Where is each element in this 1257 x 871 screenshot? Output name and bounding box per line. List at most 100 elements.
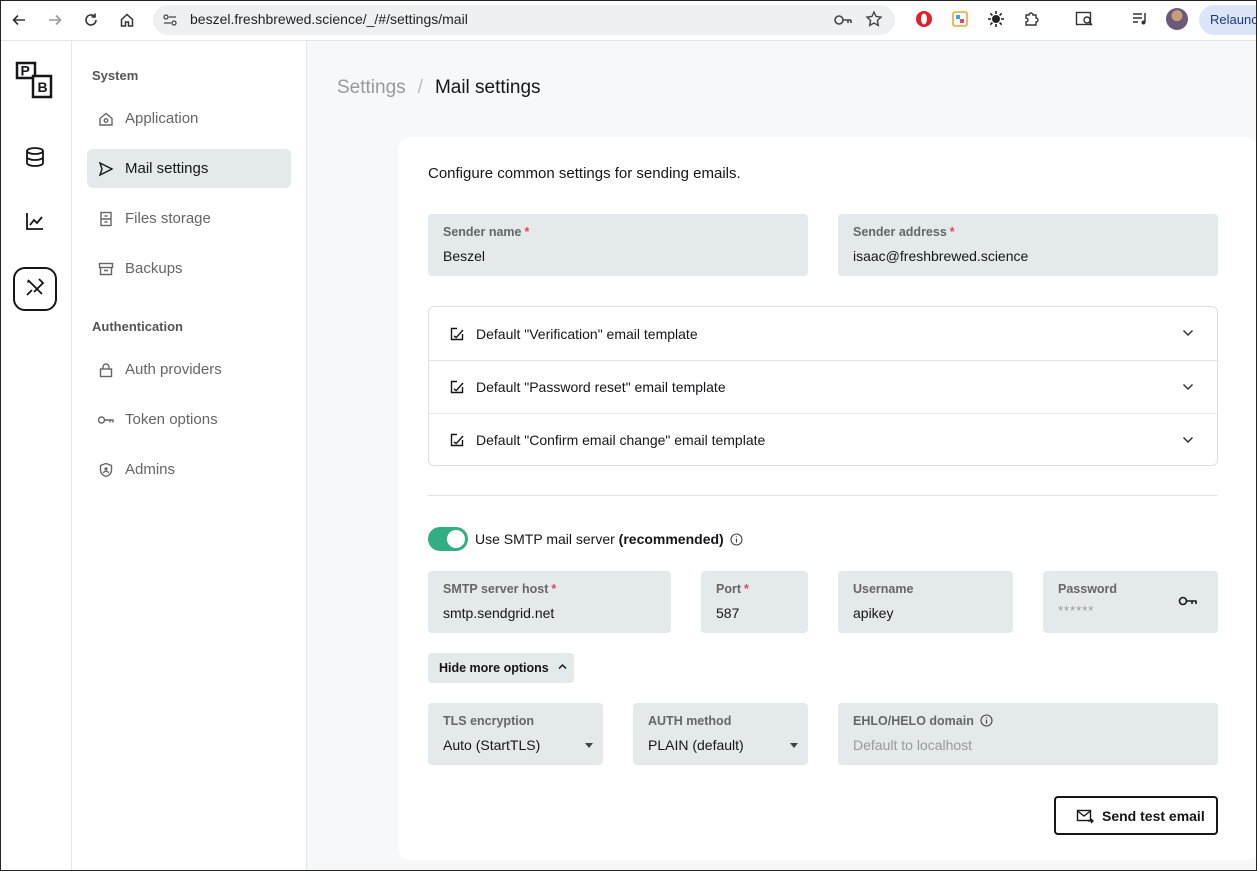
- key-icon[interactable]: [1178, 594, 1198, 613]
- verification-template-row[interactable]: Default "Verification" email template: [429, 307, 1217, 360]
- smtp-host-field[interactable]: SMTP server host * smtp.sendgrid.net: [428, 571, 671, 633]
- section-divider: [428, 495, 1218, 496]
- app-window: beszel.freshbrewed.science/_/#/settings/…: [0, 0, 1257, 871]
- sidebar-item-backups[interactable]: Backups: [87, 249, 291, 288]
- ehlo-domain-input[interactable]: Default to localhost: [853, 737, 972, 753]
- sidebar-group-system: System: [92, 68, 139, 83]
- auth-method-select[interactable]: AUTH method PLAIN (default): [633, 703, 808, 765]
- sidebar-item-label: Token options: [125, 411, 218, 428]
- required-marker: *: [551, 582, 557, 596]
- smtp-host-input[interactable]: smtp.sendgrid.net: [443, 605, 554, 621]
- sender-name-field[interactable]: Sender name * Beszel: [428, 214, 808, 276]
- field-label: Username: [853, 582, 914, 596]
- sidebar-group-authentication: Authentication: [92, 319, 183, 334]
- password-field[interactable]: Password ******: [1043, 571, 1218, 633]
- sender-name-input[interactable]: Beszel: [443, 248, 485, 264]
- username-field[interactable]: Username apikey: [838, 571, 1013, 633]
- media-queue-icon[interactable]: [1129, 8, 1151, 30]
- breadcrumb: Settings / Mail settings: [337, 77, 541, 99]
- password-input[interactable]: ******: [1058, 603, 1094, 618]
- recommended-note: (recommended): [618, 531, 724, 547]
- info-icon[interactable]: [980, 714, 993, 727]
- password-key-icon[interactable]: [833, 11, 853, 34]
- send-test-email-button[interactable]: Send test email: [1054, 796, 1218, 835]
- sidebar-item-mail-settings[interactable]: Mail settings: [87, 149, 291, 188]
- sidebar-item-token-options[interactable]: Token options: [87, 400, 291, 439]
- send-icon: [97, 160, 115, 178]
- back-icon[interactable]: [7, 8, 31, 32]
- mail-send-icon: [1076, 808, 1094, 824]
- required-marker: *: [949, 225, 955, 239]
- database-icon: [24, 146, 46, 173]
- pocketbase-logo[interactable]: P B: [14, 60, 54, 100]
- lock-icon: [97, 361, 115, 379]
- address-bar[interactable]: beszel.freshbrewed.science/_/#/settings/…: [153, 5, 895, 35]
- edit-template-icon: [449, 379, 465, 395]
- sender-address-field[interactable]: Sender address * isaac@freshbrewed.scienc…: [838, 214, 1218, 276]
- bookmark-star-icon[interactable]: [865, 10, 883, 33]
- chevron-down-icon[interactable]: [1181, 380, 1195, 397]
- field-label: EHLO/HELO domain: [853, 714, 993, 728]
- tls-encryption-value: Auto (StartTLS): [443, 737, 541, 753]
- mail-settings-panel: Configure common settings for sending em…: [398, 137, 1256, 860]
- extensions-puzzle-icon[interactable]: [1021, 8, 1043, 30]
- home-icon: [97, 110, 115, 128]
- edit-template-icon: [449, 326, 465, 342]
- tab-search-icon[interactable]: [1074, 8, 1096, 30]
- forward-icon[interactable]: [43, 8, 67, 32]
- password-reset-template-row[interactable]: Default "Password reset" email template: [429, 360, 1217, 413]
- sidebar-item-files-storage[interactable]: Files storage: [87, 199, 291, 238]
- logo-letter-b: B: [38, 79, 48, 95]
- shield-user-icon: [97, 461, 115, 479]
- page-title: Mail settings: [434, 77, 541, 98]
- chevron-down-icon[interactable]: [1181, 326, 1195, 343]
- sun-extension-icon[interactable]: [985, 8, 1007, 30]
- chart-line-icon: [24, 210, 46, 237]
- sender-address-input[interactable]: isaac@freshbrewed.science: [853, 248, 1028, 264]
- smtp-toggle[interactable]: [428, 527, 468, 551]
- panel-intro-text: Configure common settings for sending em…: [428, 165, 741, 182]
- confirm-email-change-template-row[interactable]: Default "Confirm email change" email tem…: [429, 413, 1217, 466]
- url-text: beszel.freshbrewed.science/_/#/settings/…: [190, 11, 468, 27]
- rail-collections-button[interactable]: [13, 137, 57, 181]
- tls-encryption-select[interactable]: TLS encryption Auto (StartTLS): [428, 703, 603, 765]
- hide-more-options-button[interactable]: Hide more options: [428, 653, 574, 683]
- field-label: SMTP server host *: [443, 582, 557, 596]
- rail-logs-button[interactable]: [13, 201, 57, 245]
- field-label: Sender address *: [853, 225, 955, 239]
- smtp-toggle-label[interactable]: Use SMTP mail server (recommended): [475, 531, 743, 547]
- port-input[interactable]: 587: [716, 605, 739, 621]
- breadcrumb-separator: /: [417, 77, 423, 98]
- port-field[interactable]: Port * 587: [701, 571, 808, 633]
- field-label: TLS encryption: [443, 714, 534, 728]
- archive-box-icon: [97, 260, 115, 278]
- opera-extension-icon[interactable]: [913, 8, 935, 30]
- reload-icon[interactable]: [79, 8, 103, 32]
- auth-method-value: PLAIN (default): [648, 737, 744, 753]
- rail-settings-button[interactable]: [13, 267, 57, 311]
- template-title: Default "Verification" email template: [476, 325, 698, 342]
- field-label: AUTH method: [648, 714, 732, 728]
- template-title: Default "Password reset" email template: [476, 379, 726, 395]
- profile-avatar[interactable]: [1166, 8, 1188, 30]
- ehlo-domain-field[interactable]: EHLO/HELO domain Default to localhost: [838, 703, 1218, 765]
- site-settings-icon[interactable]: [162, 12, 178, 33]
- edit-template-icon: [449, 432, 465, 448]
- dropdown-caret-icon: [790, 743, 798, 748]
- sidebar-item-application[interactable]: Application: [87, 99, 291, 138]
- button-label: Send test email: [1102, 807, 1205, 824]
- info-icon[interactable]: [730, 533, 743, 546]
- sidebar-item-admins[interactable]: Admins: [87, 450, 291, 489]
- sidebar-item-label: Backups: [125, 260, 183, 277]
- archive-drawer-icon: [97, 210, 115, 228]
- tools-icon: [24, 276, 46, 303]
- relaunch-button[interactable]: Relaunch: [1199, 5, 1256, 35]
- chevron-down-icon[interactable]: [1181, 433, 1195, 450]
- color-extension-icon[interactable]: [949, 8, 971, 30]
- breadcrumb-settings-link[interactable]: Settings: [337, 77, 406, 98]
- dropdown-caret-icon: [585, 743, 593, 748]
- email-templates-accordion: Default "Verification" email template De…: [428, 306, 1218, 466]
- sidebar-item-auth-providers[interactable]: Auth providers: [87, 350, 291, 389]
- home-icon[interactable]: [115, 8, 139, 32]
- username-input[interactable]: apikey: [853, 605, 893, 621]
